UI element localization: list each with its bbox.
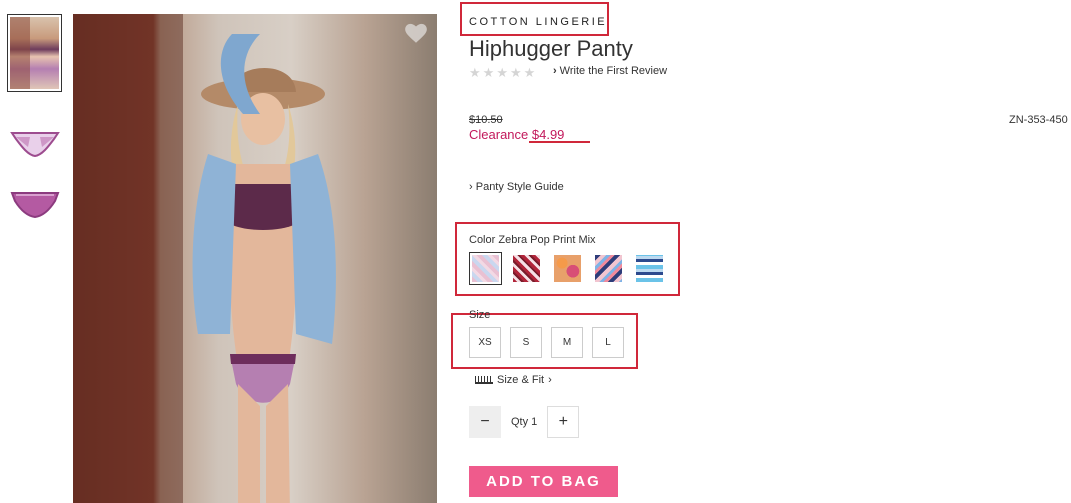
ruler-icon [475,376,493,384]
star-icon: ★ [482,65,495,80]
original-price: $10.50 [469,114,503,126]
panty-style-guide-link[interactable]: › Panty Style Guide [469,181,564,193]
size-option-s[interactable]: S [510,327,542,358]
size-fit-label: Size & Fit [497,374,545,386]
quantity-increase-button[interactable]: + [547,406,580,438]
size-options: XS S M L [469,327,624,358]
color-prefix: Color [469,234,496,246]
image-background [73,14,183,503]
thumbnail-model-image [10,17,59,89]
thumbnail-front[interactable] [7,124,62,164]
chevron-right-icon: › [548,374,552,386]
chevron-right-icon: › [469,181,476,193]
heart-icon[interactable] [403,20,429,46]
write-review-label: Write the First Review [559,65,668,77]
product-title: Hiphugger Panty [469,36,633,61]
thumbnail-model[interactable] [7,14,62,92]
star-icon: ★ [509,65,522,80]
size-option-m[interactable]: M [551,327,583,358]
style-guide-label: Panty Style Guide [475,181,564,193]
star-rating: ★ ★ ★ ★ ★ [469,65,535,81]
thumbnail-back[interactable] [7,184,62,224]
color-swatch-4[interactable] [592,252,625,285]
color-swatch-2[interactable] [510,252,543,285]
star-icon: ★ [469,65,481,80]
star-icon: ★ [523,65,536,80]
quantity-value: Qty 1 [511,416,538,428]
size-fit-link[interactable]: Size & Fit › [475,374,552,386]
product-sku: ZN-353-450 [1009,114,1068,126]
product-main-image [73,14,437,503]
color-swatches [469,252,666,285]
size-option-l[interactable]: L [592,327,624,358]
write-review-link[interactable]: › Write the First Review [553,65,667,77]
add-to-bag-button[interactable]: ADD TO BAG [469,466,618,497]
color-swatch-3[interactable] [551,252,584,285]
quantity-stepper: − Qty 1 + [469,406,580,438]
collection-label[interactable]: COTTON LINGERIE [469,16,607,28]
panty-back-image [10,192,59,219]
size-label: Size [469,309,491,321]
star-icon: ★ [496,65,508,80]
quantity-decrease-button[interactable]: − [469,406,501,438]
clearance-price: Clearance $4.99 [469,127,565,142]
model-figure [192,34,336,503]
color-label: Color Zebra Pop Print Mix [469,234,596,246]
size-option-xs[interactable]: XS [469,327,501,358]
panty-front-image [9,132,60,158]
thumbnail-list [7,14,63,224]
color-swatch-1[interactable] [469,252,502,285]
color-swatch-5[interactable] [633,252,666,285]
chevron-right-icon: › [553,65,557,77]
color-value: Zebra Pop Print Mix [498,234,596,246]
